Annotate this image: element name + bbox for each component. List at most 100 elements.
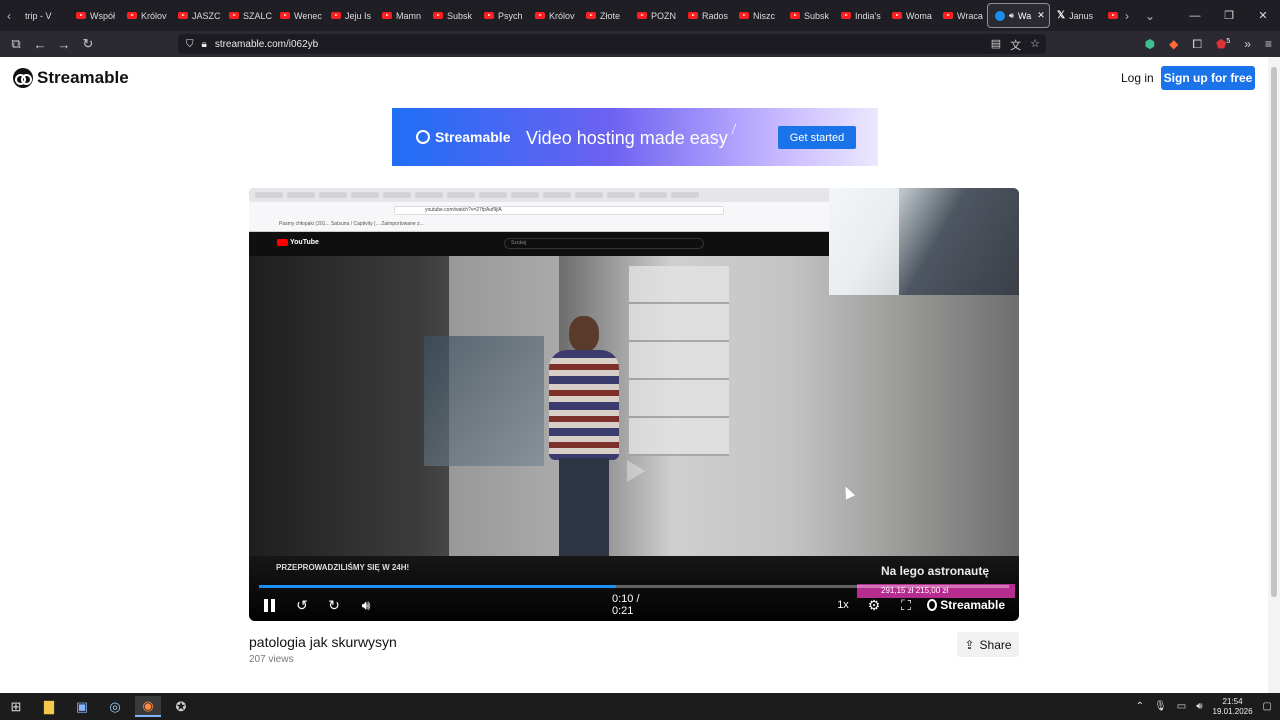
sidebar-toggle-icon[interactable]: ⧉ xyxy=(4,33,28,55)
browser-tab[interactable]: Królov xyxy=(528,3,579,28)
sparkle-icon: ⟋ xyxy=(727,121,741,138)
browser-tab[interactable]: DR I xyxy=(1101,3,1118,28)
browser-tab[interactable]: 𝕏 Janus xyxy=(1050,3,1101,28)
minimize-icon[interactable]: — xyxy=(1178,0,1212,31)
browser-tab-bar: ‹ trip - V Współ Królov JASZC SZALC Wenec Jeju… xyxy=(0,0,1280,31)
browser-tab-label: Złote xyxy=(600,10,621,21)
notifications-icon[interactable]: ▢ xyxy=(1263,701,1272,712)
browser-tab[interactable]: 🔊︎ Wa ✕ xyxy=(987,3,1050,28)
overflow-menu-icon[interactable]: » xyxy=(1244,37,1251,51)
shield-extension-icon[interactable]: ⬢ xyxy=(1145,37,1155,51)
video-player[interactable]: youtube.com/watch?v=27fpAuf9jlA Pasmy ch… xyxy=(249,188,1019,621)
scrollbar-thumb[interactable] xyxy=(1271,67,1277,597)
browser-tab[interactable]: JASZC xyxy=(171,3,222,28)
tab-scroll-right-icon[interactable]: › xyxy=(1118,0,1136,31)
rewind-10-icon[interactable]: ↺ xyxy=(293,595,311,615)
clock[interactable]: 21:54 19.01.2026 xyxy=(1213,697,1253,717)
file-explorer-icon[interactable]: ▇ xyxy=(36,696,62,717)
audio-playing-icon[interactable]: 🔊︎ xyxy=(1009,11,1014,21)
back-icon[interactable]: ← xyxy=(28,33,52,55)
share-button[interactable]: ⇪ Share xyxy=(957,632,1019,657)
browser-tab[interactable]: Rados xyxy=(681,3,732,28)
forward-10-icon[interactable]: ↻ xyxy=(325,595,343,615)
browser-tab[interactable]: Jeju Is xyxy=(324,3,375,28)
url-text[interactable]: streamable.com/i062yb xyxy=(215,39,318,50)
browser-tab[interactable]: Psych xyxy=(477,3,528,28)
app-menu-icon[interactable]: ≡ xyxy=(1265,37,1272,51)
browser-tab[interactable]: SZALC xyxy=(222,3,273,28)
youtube-icon xyxy=(943,12,953,19)
browser-tab[interactable]: Subsk xyxy=(426,3,477,28)
steam-icon[interactable]: ◎ xyxy=(102,696,128,717)
ublock-extension-icon[interactable]: ⬟5 xyxy=(1216,37,1230,51)
settings-gear-icon[interactable]: ⚙ xyxy=(865,595,883,615)
streamable-tab-icon xyxy=(995,10,1005,21)
translate-icon[interactable]: 文 xyxy=(1010,37,1021,53)
start-icon[interactable]: ⊞ xyxy=(3,696,29,717)
browser-tab[interactable]: Królov xyxy=(120,3,171,28)
video-progress-bar[interactable] xyxy=(259,585,1009,588)
extensions-icon[interactable]: ⧠ xyxy=(1192,37,1202,52)
youtube-icon xyxy=(892,12,902,19)
extension-badge: 5 xyxy=(1226,38,1231,45)
login-link[interactable]: Log in xyxy=(1121,71,1154,85)
browser-tab[interactable]: Niszc xyxy=(732,3,783,28)
video-frame-bookmarks: Pasmy chłopaki (201... Satsuna / Captivi… xyxy=(279,221,424,227)
shield-icon[interactable]: ⛉ xyxy=(186,39,194,50)
video-title: patologia jak skurwysyn xyxy=(249,634,397,650)
browser-tab-label: Subsk xyxy=(804,10,830,21)
bookmark-star-icon[interactable]: ☆ xyxy=(1030,37,1040,53)
browser-tab-label: Królov xyxy=(549,10,575,21)
browser-tab-label: trip - V xyxy=(25,10,52,21)
page-scrollbar[interactable] xyxy=(1268,57,1280,693)
browser-tab[interactable]: India's xyxy=(834,3,885,28)
youtube-icon xyxy=(280,12,290,19)
streamable-watermark[interactable]: Streamable xyxy=(927,595,1005,615)
browser-tab[interactable]: Złote xyxy=(579,3,630,28)
reload-icon[interactable]: ↻ xyxy=(76,33,100,55)
x-icon: 𝕏 xyxy=(1057,10,1066,21)
app-icon[interactable]: ✪ xyxy=(168,696,194,717)
youtube-icon xyxy=(1108,12,1118,19)
forward-icon[interactable]: → xyxy=(52,33,76,55)
browser-tab[interactable]: Wraca xyxy=(936,3,987,28)
browser-tab[interactable]: Subsk xyxy=(783,3,834,28)
volume-icon[interactable]: 🔊︎ xyxy=(357,595,375,615)
tab-list-menu-icon[interactable]: ⌄ xyxy=(1136,0,1164,31)
microphone-icon[interactable]: 🎙︎ xyxy=(1154,701,1167,712)
browser-tab[interactable]: trip - V xyxy=(18,3,69,28)
reader-view-icon[interactable]: ▤ xyxy=(991,37,1001,53)
fox-extension-icon[interactable]: ◆ xyxy=(1169,37,1178,51)
youtube-icon xyxy=(688,12,698,19)
browser-tab-label: India's xyxy=(855,10,881,21)
ad-banner[interactable]: Streamable Video hosting made easy ⟋ Get… xyxy=(392,108,878,166)
close-tab-icon[interactable]: ✕ xyxy=(1037,10,1045,21)
mouse-cursor-icon xyxy=(840,484,856,500)
lock-icon[interactable]: 🔒︎ xyxy=(202,39,207,50)
browser-tab[interactable]: Współ xyxy=(69,3,120,28)
speaker-icon[interactable]: 🔊︎ xyxy=(1196,701,1202,712)
firefox-icon[interactable]: ◉ xyxy=(135,696,161,717)
pause-button[interactable] xyxy=(263,595,277,615)
browser-tab-label: Wraca xyxy=(957,10,983,21)
streamable-logo[interactable]: Streamable xyxy=(13,68,129,88)
ad-get-started-button[interactable]: Get started xyxy=(778,126,856,149)
speed-button[interactable]: 1x xyxy=(835,595,851,615)
browser-tab[interactable]: POZN xyxy=(630,3,681,28)
tab-scroll-left-icon[interactable]: ‹ xyxy=(0,0,18,31)
browser-tab[interactable]: Wenec xyxy=(273,3,324,28)
youtube-icon xyxy=(331,12,341,19)
close-window-icon[interactable]: ✕ xyxy=(1246,0,1280,31)
tray-chevron-icon[interactable]: ⌃ xyxy=(1136,701,1144,712)
signup-button[interactable]: Sign up for free xyxy=(1161,66,1255,90)
browser-tab[interactable]: Woma xyxy=(885,3,936,28)
restore-icon[interactable]: ❐ xyxy=(1212,0,1246,31)
remote-desktop-icon[interactable]: ▣ xyxy=(69,696,95,717)
network-icon[interactable]: ▭ xyxy=(1177,701,1186,712)
browser-tab[interactable]: Mamn xyxy=(375,3,426,28)
fullscreen-icon[interactable]: ⛶ xyxy=(897,595,915,615)
address-bar[interactable]: ⛉ 🔒︎ streamable.com/i062yb ▤ 文 ☆ xyxy=(178,34,1046,54)
pause-icon xyxy=(264,598,276,612)
browser-tab-label: Wa xyxy=(1018,10,1032,21)
browser-nav-bar: ⧉ ← → ↻ ⛉ 🔒︎ streamable.com/i062yb ▤ 文 ☆… xyxy=(0,31,1280,57)
